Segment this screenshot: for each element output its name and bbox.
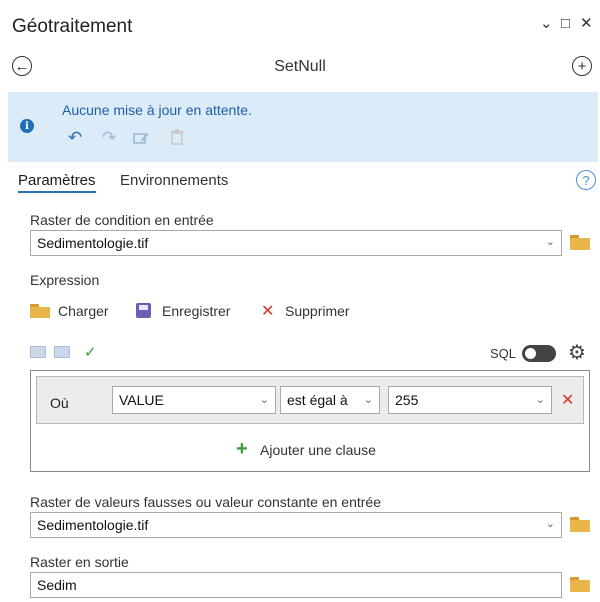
- banner-message: Aucune mise à jour en attente.: [62, 102, 252, 118]
- edit-icon[interactable]: [133, 131, 149, 145]
- load-button[interactable]: Charger: [58, 303, 109, 319]
- close-icon[interactable]: ✕: [580, 14, 593, 32]
- remove-icon: ✕: [261, 303, 275, 320]
- delete-button[interactable]: Supprimer: [285, 303, 350, 319]
- clause-operator-value: est égal à: [287, 392, 348, 408]
- expression-label: Expression: [30, 272, 100, 288]
- clause-field-select[interactable]: VALUE ⌄: [112, 386, 276, 414]
- chevron-down-icon: ⌄: [535, 394, 545, 406]
- save-icon: [136, 303, 151, 318]
- remove-clause-icon[interactable]: ✕: [561, 390, 574, 410]
- output-raster-field[interactable]: Sedim: [30, 572, 562, 598]
- condition-raster-value: Sedimentologie.tif: [37, 235, 149, 251]
- maximize-icon[interactable]: □: [561, 15, 570, 32]
- chevron-down-icon: ⌄: [363, 394, 373, 406]
- clause-field-value: VALUE: [119, 392, 164, 408]
- chevron-down-icon[interactable]: ⌄: [546, 235, 555, 248]
- redo-icon[interactable]: ↷: [102, 128, 116, 148]
- output-raster-label: Raster en sortie: [30, 554, 129, 570]
- folder-icon[interactable]: [570, 577, 590, 592]
- false-raster-label: Raster de valeurs fausses ou valeur cons…: [30, 494, 381, 510]
- clause-mode-icon[interactable]: [30, 346, 46, 358]
- chevron-down-icon: ⌄: [259, 394, 269, 406]
- folder-icon[interactable]: [570, 517, 590, 532]
- clause-where-label: Où: [50, 395, 69, 411]
- tool-name: SetNull: [274, 58, 326, 75]
- undo-icon[interactable]: ↶: [68, 128, 82, 148]
- help-icon[interactable]: ?: [576, 170, 596, 190]
- tab-environments[interactable]: Environnements: [120, 172, 228, 189]
- sql-label: SQL: [490, 346, 517, 361]
- sql-mode-icon[interactable]: [54, 346, 70, 358]
- plus-icon[interactable]: +: [236, 439, 248, 459]
- delete-icon[interactable]: [170, 129, 184, 145]
- condition-raster-label: Raster de condition en entrée: [30, 212, 214, 228]
- clause-value-select[interactable]: 255 ⌄: [388, 386, 552, 414]
- save-button[interactable]: Enregistrer: [162, 303, 230, 319]
- info-icon: i: [20, 119, 34, 133]
- check-icon: ✓: [84, 344, 97, 361]
- folder-icon[interactable]: [570, 235, 590, 250]
- clause-operator-select[interactable]: est égal à ⌄: [280, 386, 380, 414]
- tab-parameters[interactable]: Paramètres: [18, 172, 96, 193]
- gear-icon[interactable]: ⚙: [568, 340, 586, 365]
- load-folder-icon: [30, 304, 50, 318]
- plus-icon: +: [577, 57, 587, 75]
- false-raster-value: Sedimentologie.tif: [37, 517, 149, 533]
- output-raster-value: Sedim: [37, 577, 77, 593]
- condition-raster-field[interactable]: Sedimentologie.tif ⌄: [30, 230, 562, 256]
- minimize-icon[interactable]: ⌄: [540, 14, 553, 32]
- add-clause-button[interactable]: Ajouter une clause: [260, 442, 376, 458]
- pane-title: Géotraitement: [12, 16, 133, 37]
- chevron-down-icon[interactable]: ⌄: [546, 517, 555, 530]
- add-button[interactable]: +: [572, 56, 592, 76]
- clause-value-value: 255: [395, 392, 419, 408]
- sql-toggle[interactable]: [522, 345, 556, 362]
- false-raster-field[interactable]: Sedimentologie.tif ⌄: [30, 512, 562, 538]
